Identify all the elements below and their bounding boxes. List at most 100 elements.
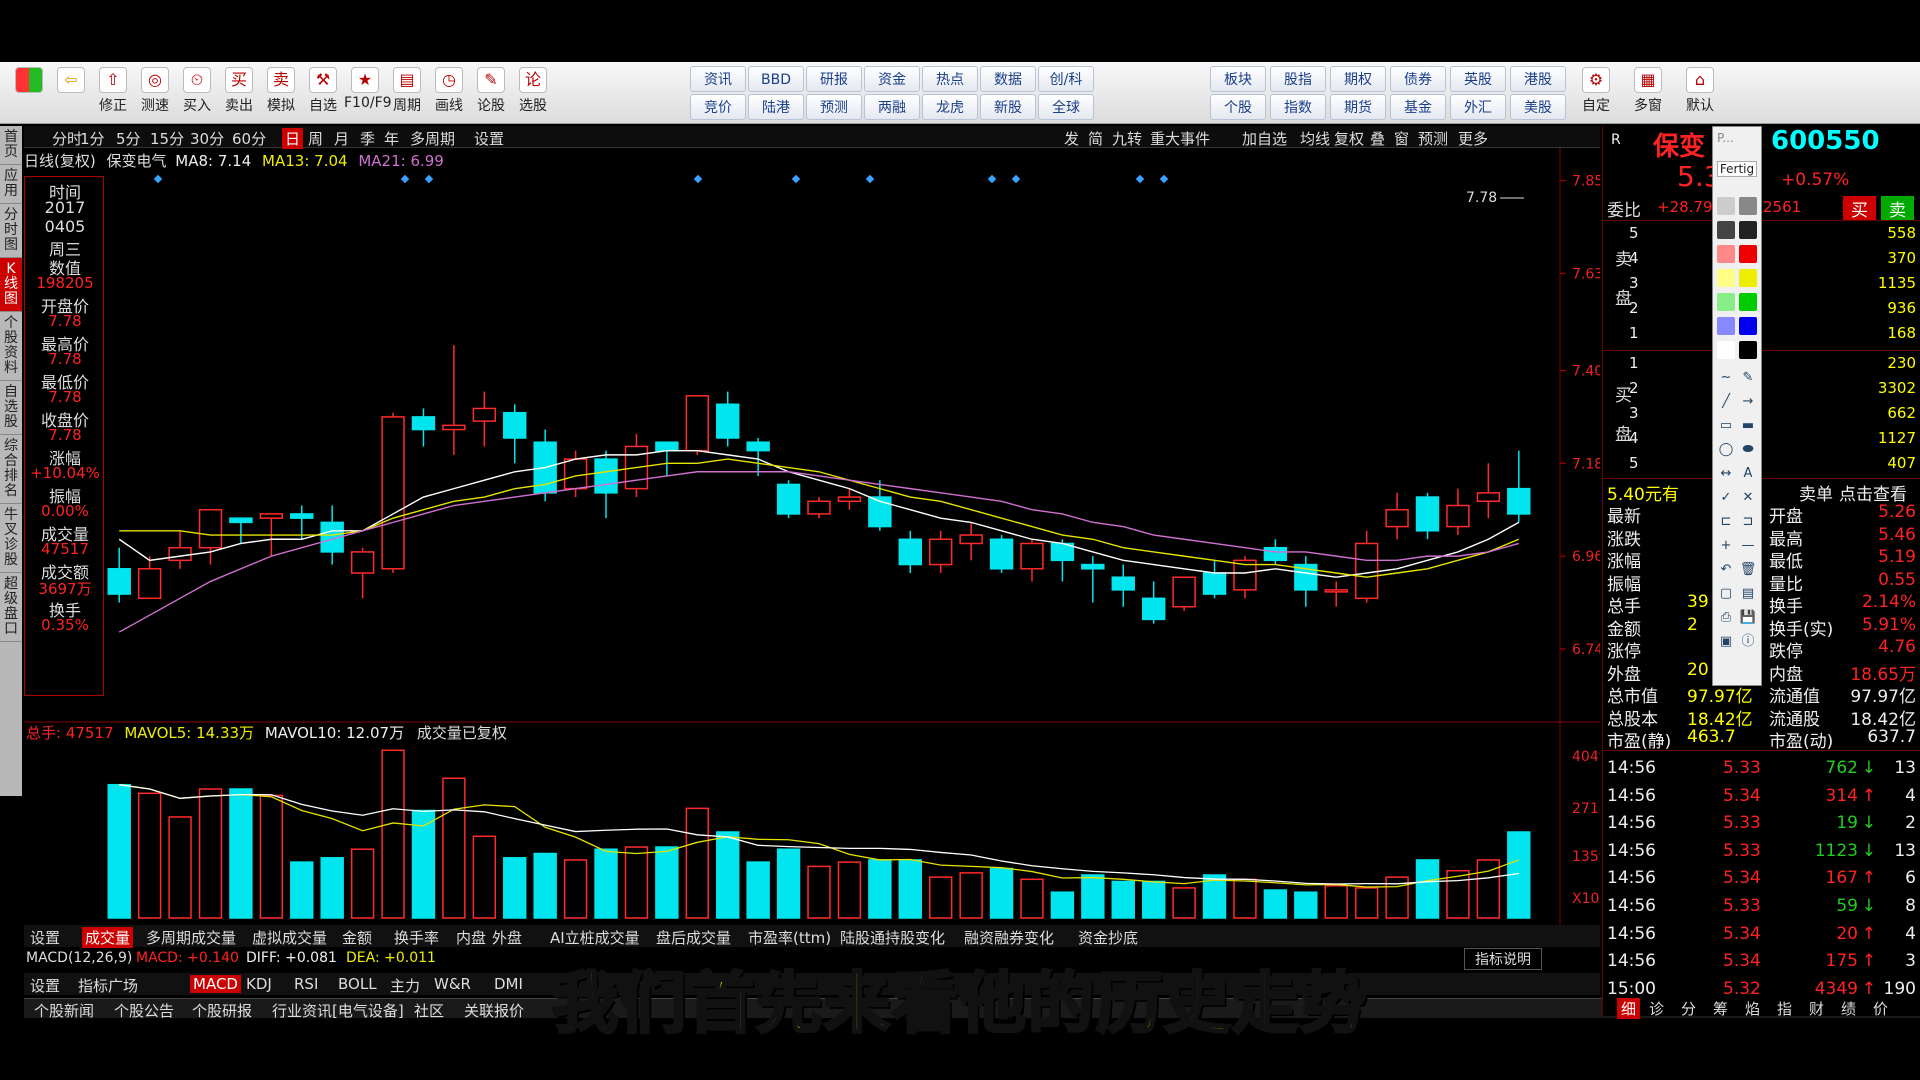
- toolbar-right-link-top-3[interactable]: 债券: [1390, 66, 1446, 92]
- drawing-tool-icon[interactable]: +: [1717, 537, 1735, 555]
- toolbar-link-9[interactable]: 龙虎: [922, 94, 978, 120]
- toolbar-link-0[interactable]: 资讯: [690, 66, 746, 92]
- period-tab-3[interactable]: 15分: [150, 128, 184, 149]
- indicator-tab-9[interactable]: 盘后成交量: [656, 927, 731, 948]
- indicator-tab2-8[interactable]: DMI: [494, 975, 523, 993]
- drawing-tool-icon[interactable]: A: [1739, 465, 1757, 483]
- period-right-9[interactable]: 预测: [1418, 128, 1448, 149]
- indicator-tab-0[interactable]: 设置: [30, 927, 60, 948]
- news-tab-3[interactable]: 行业资讯[电气设备]: [272, 1000, 404, 1021]
- color-swatch[interactable]: [1717, 293, 1735, 311]
- quote-bottom-tab-0[interactable]: 细: [1617, 998, 1641, 1019]
- toolbar-link-13[interactable]: 全球: [1038, 94, 1094, 120]
- drawing-tool-icon[interactable]: ▭: [1717, 417, 1735, 435]
- toolbar-button-8[interactable]: ★ F10/F9: [344, 64, 392, 122]
- toolbar-right-link-bottom-4[interactable]: 外汇: [1450, 94, 1506, 120]
- indicator-tab-3[interactable]: 虚拟成交量: [252, 927, 327, 948]
- color-swatch[interactable]: [1739, 293, 1757, 311]
- period-tab-6[interactable]: 日: [282, 128, 304, 149]
- color-swatch[interactable]: [1739, 245, 1757, 263]
- indicator-tab-5[interactable]: 换手率: [394, 927, 439, 948]
- toolbar-link-6[interactable]: 资金: [864, 66, 920, 92]
- toolbar-link-3[interactable]: 陆港: [748, 94, 804, 120]
- indicator-tab2-4[interactable]: RSI: [294, 975, 318, 993]
- toolbar-button-9[interactable]: ▤ 周期: [386, 64, 428, 122]
- period-right-10[interactable]: 更多: [1458, 128, 1488, 149]
- toolbar-link-5[interactable]: 预测: [806, 94, 862, 120]
- indicator-tab2-6[interactable]: 主力: [390, 975, 420, 996]
- indicator-tab2-0[interactable]: 设置: [30, 975, 60, 996]
- left-nav-item-5[interactable]: 自选股: [0, 381, 22, 435]
- drawing-tool-icon[interactable]: ↔: [1717, 465, 1735, 483]
- period-tab-0[interactable]: 分时: [52, 128, 82, 149]
- indicator-tab2-1[interactable]: 指标广场: [78, 975, 138, 996]
- indicator-help-button[interactable]: 指标说明: [1464, 948, 1542, 970]
- period-right-2[interactable]: 九转: [1112, 128, 1142, 149]
- toolbar-right-link-bottom-0[interactable]: 个股: [1210, 94, 1266, 120]
- left-nav-item-0[interactable]: 首页: [0, 126, 22, 165]
- indicator-tab2-5[interactable]: BOLL: [338, 975, 377, 993]
- drawing-tool-icon[interactable]: ⬬: [1739, 441, 1757, 459]
- drawing-tool-icon[interactable]: ╱: [1717, 393, 1735, 411]
- toolbar-button-5[interactable]: 买卖出: [218, 64, 260, 122]
- period-tab-5[interactable]: 60分: [232, 128, 266, 149]
- news-tab-0[interactable]: 个股新闻: [34, 1000, 94, 1021]
- buy-button[interactable]: 买: [1843, 196, 1876, 221]
- color-swatch[interactable]: [1739, 317, 1757, 335]
- indicator-tab-8[interactable]: AI立桩成交量: [550, 927, 640, 948]
- toolbar-right-link-bottom-3[interactable]: 基金: [1390, 94, 1446, 120]
- toolbar-button-2[interactable]: ⇧ 修正: [92, 64, 134, 122]
- period-tab-4[interactable]: 30分: [190, 128, 224, 149]
- indicator-tab-1[interactable]: 成交量: [82, 927, 134, 948]
- period-right-6[interactable]: 复权: [1334, 128, 1364, 149]
- drawing-tool-icon[interactable]: 💾: [1739, 609, 1757, 627]
- period-right-0[interactable]: 发: [1064, 128, 1079, 149]
- color-swatch[interactable]: [1717, 269, 1735, 287]
- toolbar-button-1[interactable]: ⇦: [50, 64, 92, 122]
- toolbar-link-10[interactable]: 数据: [980, 66, 1036, 92]
- left-nav-item-7[interactable]: 牛叉诊股: [0, 504, 22, 573]
- quote-bottom-tab-5[interactable]: 指: [1777, 998, 1792, 1019]
- quote-bottom-tab-3[interactable]: 筹: [1713, 998, 1728, 1019]
- sell-button[interactable]: 卖: [1881, 196, 1914, 221]
- toolbar-right-link-bottom-5[interactable]: 美股: [1510, 94, 1566, 120]
- drawing-tool-icon[interactable]: →: [1739, 393, 1757, 411]
- toolbar-link-1[interactable]: 竞价: [690, 94, 746, 120]
- indicator-tab-4[interactable]: 金额: [342, 927, 372, 948]
- indicator-tab2-2[interactable]: MACD: [190, 975, 241, 993]
- kline-chart[interactable]: 7.85 7.63 7.40 7.18 6.96 6.74 7.78 40490 27182 13…: [24, 148, 1600, 938]
- color-swatch[interactable]: [1717, 341, 1735, 359]
- period-right-3[interactable]: 重大事件: [1150, 128, 1210, 149]
- toolbar-button-4[interactable]: ⏲ 买入: [176, 64, 218, 122]
- drawing-tool-icon[interactable]: ▢: [1717, 585, 1735, 603]
- color-swatch[interactable]: [1739, 269, 1757, 287]
- indicator-tab-7[interactable]: 外盘: [492, 927, 522, 948]
- period-tab-8[interactable]: 月: [334, 128, 349, 149]
- toolbar-link-11[interactable]: 新股: [980, 94, 1036, 120]
- toolbar-right-link-bottom-1[interactable]: 指数: [1270, 94, 1326, 120]
- drawing-tool-icon[interactable]: ↶: [1717, 561, 1735, 579]
- drawing-tool-icon[interactable]: ⓘ: [1739, 633, 1757, 651]
- toolbar-right-link-bottom-2[interactable]: 期货: [1330, 94, 1386, 120]
- indicator-tab-10[interactable]: 市盈率(ttm): [748, 927, 831, 948]
- left-nav-item-6[interactable]: 综合排名: [0, 435, 22, 504]
- period-tab-7[interactable]: 周: [308, 128, 323, 149]
- period-right-8[interactable]: 窗: [1394, 128, 1409, 149]
- indicator-tab-13[interactable]: 资金抄底: [1078, 927, 1138, 948]
- drawing-tool-icon[interactable]: ◯: [1717, 441, 1735, 459]
- quote-bottom-tab-8[interactable]: 价: [1873, 998, 1888, 1019]
- toolbar-right-link-top-1[interactable]: 股指: [1270, 66, 1326, 92]
- toolbar-button-0[interactable]: [8, 64, 50, 122]
- drawing-tool-icon[interactable]: ▬: [1739, 417, 1757, 435]
- toolbar-button-11[interactable]: ✎ 论股: [470, 64, 512, 122]
- period-tab-12[interactable]: 设置: [474, 128, 504, 149]
- toolbar-right-link-top-5[interactable]: 港股: [1510, 66, 1566, 92]
- period-right-7[interactable]: 叠: [1370, 128, 1385, 149]
- left-nav-item-4[interactable]: 个股资料: [0, 312, 22, 381]
- left-nav-item-1[interactable]: 应用: [0, 165, 22, 204]
- quote-bottom-tab-2[interactable]: 分: [1681, 998, 1696, 1019]
- period-tab-9[interactable]: 季: [360, 128, 375, 149]
- toolbar-link-4[interactable]: 研报: [806, 66, 862, 92]
- indicator-tab-12[interactable]: 融资融券变化: [964, 927, 1054, 948]
- left-nav-item-3[interactable]: K线图: [0, 258, 22, 312]
